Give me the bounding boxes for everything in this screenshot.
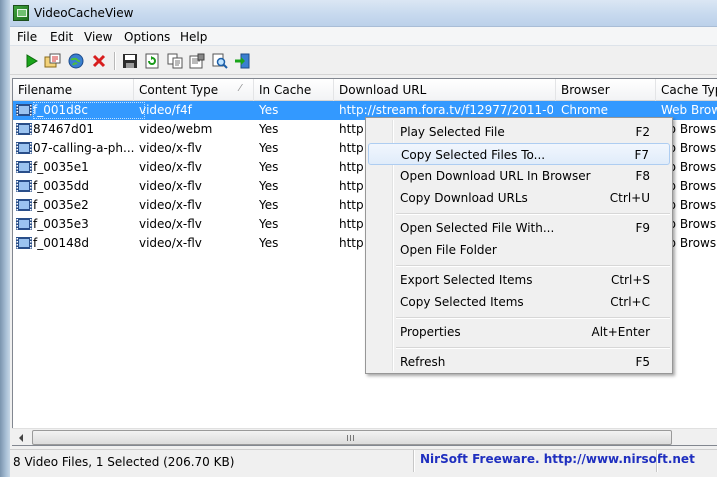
open-browser-icon[interactable]: [67, 52, 85, 70]
scrollbar-thumb[interactable]: [32, 430, 672, 445]
cell-content-type: video/x-flv: [139, 236, 202, 250]
cell-filename: 87467d01: [33, 122, 95, 136]
cell-browser: Chrome: [561, 103, 609, 117]
cell-in-cache: Yes: [259, 103, 279, 117]
find-icon[interactable]: [211, 52, 229, 70]
menu-separator: [396, 317, 670, 318]
toolbar: [10, 47, 717, 75]
menu-help[interactable]: Help: [180, 30, 207, 44]
menu-separator: [396, 347, 670, 348]
menu-options[interactable]: Options: [124, 30, 170, 44]
column-header-in-cache[interactable]: In Cache: [254, 79, 334, 101]
column-header-browser[interactable]: Browser: [556, 79, 656, 101]
save-icon[interactable]: [121, 52, 139, 70]
cell-content-type: video/x-flv: [139, 198, 202, 212]
cell-filename: f_00148d: [33, 236, 90, 250]
context-copy-selected-items[interactable]: Copy Selected Items Ctrl+C: [368, 291, 670, 313]
cell-filename: f_0035e2: [33, 198, 89, 212]
cell-url: http://stream.fora.tv/f12977/2011-02-...: [339, 103, 553, 117]
refresh-icon[interactable]: [143, 52, 161, 70]
cell-in-cache: Yes: [259, 217, 279, 231]
context-copy-selected-files-to[interactable]: Copy Selected Files To... F7: [368, 143, 670, 165]
cell-in-cache: Yes: [259, 141, 279, 155]
context-copy-download-urls[interactable]: Copy Download URLs Ctrl+U: [368, 187, 670, 209]
video-file-icon: [16, 237, 32, 249]
cell-in-cache: Yes: [259, 179, 279, 193]
cell-filename: f_001d8c: [33, 103, 88, 117]
desktop-edge: [0, 0, 10, 477]
cell-in-cache: Yes: [259, 236, 279, 250]
context-menu: Play Selected File F2 Copy Selected Files…: [365, 117, 673, 374]
context-properties[interactable]: Properties Alt+Enter: [368, 321, 670, 343]
menu-file[interactable]: File: [17, 30, 37, 44]
play-icon[interactable]: [22, 52, 40, 70]
menu-edit[interactable]: Edit: [50, 30, 73, 44]
delete-icon[interactable]: [90, 52, 108, 70]
column-header-cache-type[interactable]: Cache Typ: [656, 79, 717, 101]
menu-view[interactable]: View: [84, 30, 112, 44]
cell-in-cache: Yes: [259, 160, 279, 174]
list-header: Filename Content Type ⁄ In Cache Download…: [13, 79, 717, 101]
cell-content-type: video/x-flv: [139, 217, 202, 231]
column-header-download-url[interactable]: Download URL: [334, 79, 556, 101]
cell-in-cache: Yes: [259, 122, 279, 136]
video-file-icon: [16, 142, 32, 154]
video-file-icon: [16, 104, 32, 116]
toolbar-separator: [114, 52, 115, 70]
status-summary: 8 Video Files, 1 Selected (206.70 KB): [13, 455, 235, 469]
context-refresh[interactable]: Refresh F5: [368, 351, 670, 373]
copy-icon[interactable]: [166, 52, 184, 70]
context-play-selected-file[interactable]: Play Selected File F2: [368, 121, 670, 143]
video-file-icon: [16, 180, 32, 192]
exit-icon[interactable]: [233, 52, 251, 70]
context-open-download-url[interactable]: Open Download URL In Browser F8: [368, 165, 670, 187]
menu-separator: [396, 265, 670, 266]
cell-filename: f_0035e1: [33, 160, 89, 174]
cell-content-type: video/x-flv: [139, 160, 202, 174]
status-bar: 8 Video Files, 1 Selected (206.70 KB) Ni…: [10, 449, 717, 477]
cell-content-type: video/x-flv: [139, 179, 202, 193]
app-icon: [13, 5, 29, 21]
context-open-selected-file-with[interactable]: Open Selected File With... F9: [368, 217, 670, 239]
nirsoft-link[interactable]: NirSoft Freeware. http://www.nirsoft.net: [420, 452, 695, 466]
menu-bar: File Edit View Options Help: [10, 27, 717, 46]
context-open-file-folder[interactable]: Open File Folder: [368, 239, 670, 261]
video-file-icon: [16, 161, 32, 173]
cell-content-type: video/x-flv: [139, 141, 202, 155]
context-export-selected-items[interactable]: Export Selected Items Ctrl+S: [368, 269, 670, 291]
title-bar[interactable]: VideoCacheView: [10, 0, 717, 27]
cell-in-cache: Yes: [259, 198, 279, 212]
cell-filename: f_0035dd: [33, 179, 89, 193]
cell-content-type: video/webm: [139, 122, 213, 136]
window-title: VideoCacheView: [34, 6, 134, 20]
column-header-content-type[interactable]: Content Type ⁄: [134, 79, 254, 101]
cell-cache-type: Web Brows: [661, 103, 717, 117]
video-file-icon: [16, 199, 32, 211]
cell-filename: f_0035e3: [33, 217, 89, 231]
scroll-left-arrow-icon[interactable]: [12, 429, 29, 446]
cell-content-type: video/f4f: [139, 103, 192, 117]
video-file-icon: [16, 123, 32, 135]
menu-separator: [396, 213, 670, 214]
column-header-filename[interactable]: Filename: [13, 79, 134, 101]
video-file-icon: [16, 218, 32, 230]
cell-filename: 07-calling-a-ph...: [33, 141, 135, 155]
copy-files-icon[interactable]: [44, 52, 62, 70]
sort-ascending-icon: ⁄: [239, 83, 241, 94]
horizontal-scrollbar[interactable]: [12, 428, 717, 445]
properties-icon[interactable]: [188, 52, 206, 70]
